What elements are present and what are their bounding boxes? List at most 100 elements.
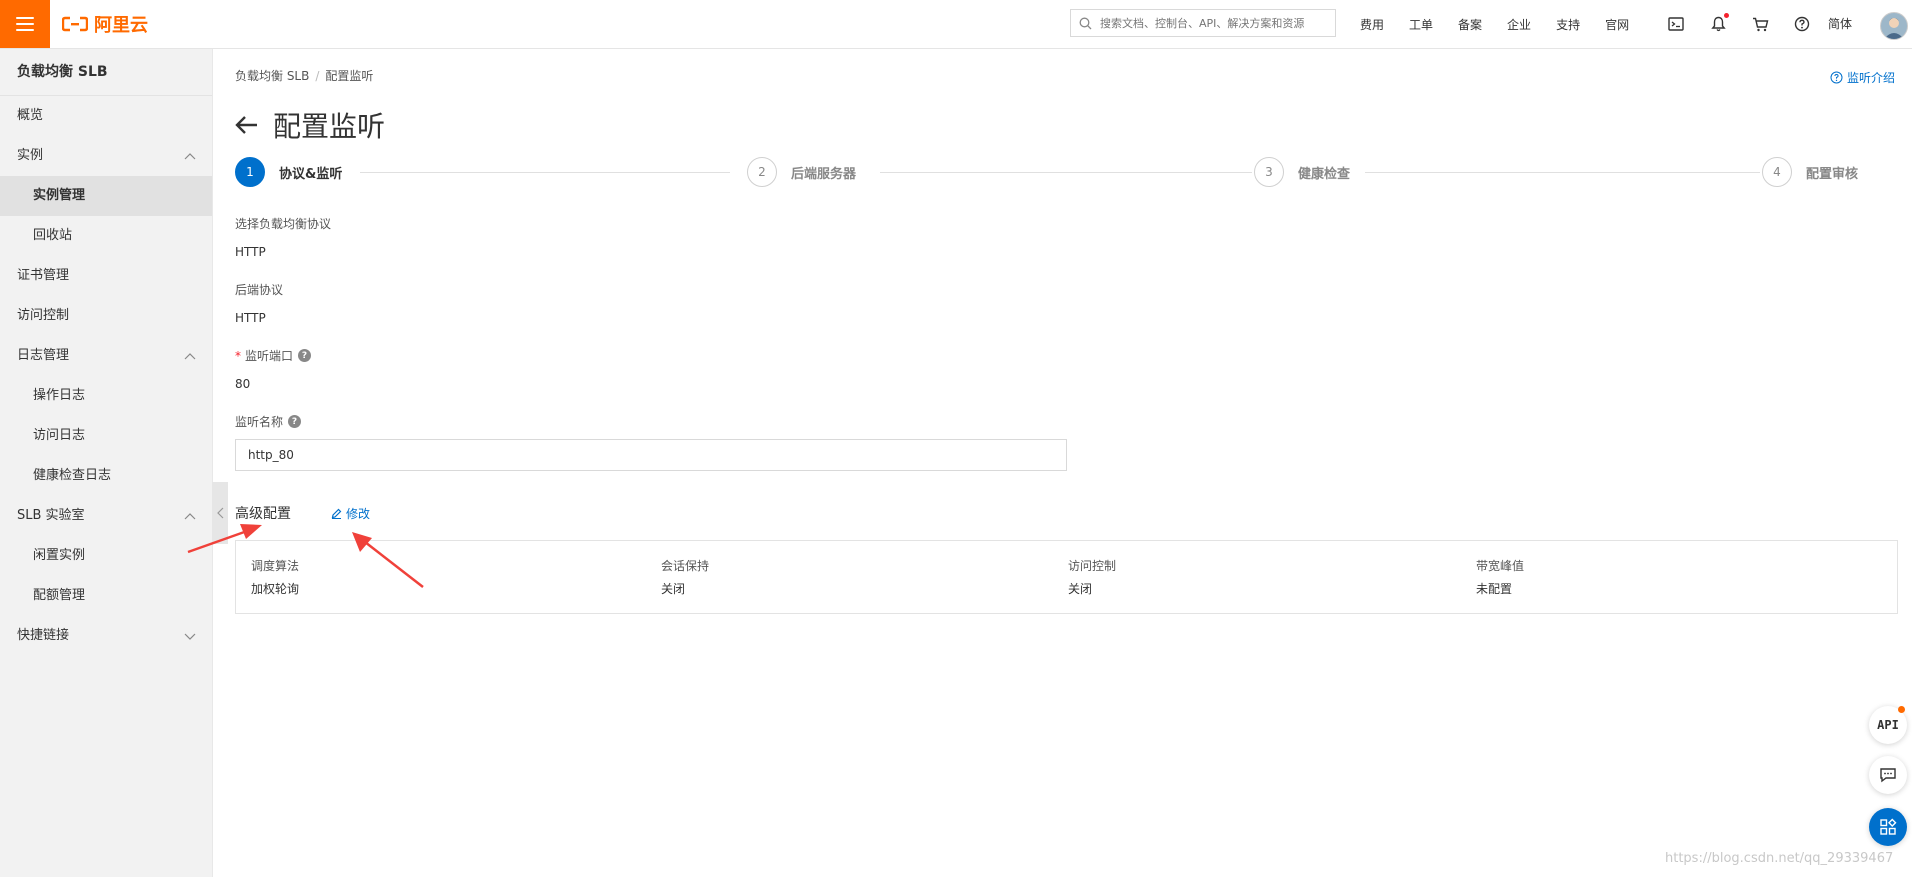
aliyun-logo[interactable]: 阿里云 — [62, 12, 148, 36]
bell-icon[interactable] — [1707, 13, 1729, 35]
cart-icon[interactable] — [1749, 13, 1771, 35]
sidebar-item-label: 实例管理 — [33, 188, 86, 203]
step-number: 2 — [747, 157, 777, 187]
listener-intro-link[interactable]: 监听介绍 — [1830, 69, 1895, 86]
sidebar-item-access-control[interactable]: 访问控制 — [0, 296, 212, 336]
sidebar-item-instance-management[interactable]: 实例管理 — [0, 176, 212, 216]
field-value: HTTP — [235, 245, 266, 259]
chat-float-button[interactable] — [1869, 756, 1907, 794]
page-title-text: 配置监听 — [273, 110, 386, 143]
step-config-review: 4 配置审核 — [1762, 157, 1858, 187]
api-float-button[interactable]: API — [1869, 706, 1907, 744]
sidebar-item-label: 配额管理 — [33, 588, 86, 603]
sidebar-item-certificates[interactable]: 证书管理 — [0, 256, 212, 296]
field-label: 监听名称 ? — [235, 413, 302, 430]
terminal-icon[interactable] — [1665, 13, 1687, 35]
step-label: 配置审核 — [1806, 166, 1859, 182]
step-connector — [360, 172, 730, 173]
search-input[interactable] — [1098, 15, 1332, 31]
question-icon[interactable]: ? — [288, 415, 302, 428]
top-navigation-bar: 阿里云 费用 工单 备案 企业 支持 官网 简体 — [0, 0, 1912, 49]
sidebar-item-quota-management[interactable]: 配额管理 — [0, 576, 212, 616]
sidebar-group-logs[interactable]: 日志管理 — [0, 336, 212, 376]
sidebar: 负载均衡 SLB 概览 实例 实例管理 回收站 证书管理 访问控制 日志管理 操… — [0, 49, 213, 877]
sidebar-item-label: 日志管理 — [17, 348, 70, 363]
sidebar-item-label: 回收站 — [33, 228, 73, 243]
top-link-official-site[interactable]: 官网 — [1605, 16, 1629, 33]
notification-dot — [1898, 706, 1905, 713]
adv-item-session-persistence: 会话保持 关闭 — [661, 557, 709, 597]
edit-label: 修改 — [346, 507, 371, 521]
sidebar-item-idle-instances[interactable]: 闲置实例 — [0, 536, 212, 576]
top-links: 费用 工单 备案 企业 支持 官网 — [1360, 0, 1654, 48]
question-icon[interactable]: ? — [298, 349, 312, 362]
breadcrumb: 负载均衡 SLB / 配置监听 — [235, 67, 373, 84]
breadcrumb-separator: / — [315, 69, 320, 83]
aliyun-logo-icon — [62, 16, 88, 32]
top-link-tickets[interactable]: 工单 — [1409, 16, 1433, 33]
sidebar-item-health-check-logs[interactable]: 健康检查日志 — [0, 456, 212, 496]
breadcrumb-current: 配置监听 — [325, 69, 374, 83]
search-icon — [1079, 17, 1092, 29]
sidebar-item-overview[interactable]: 概览 — [0, 96, 212, 136]
global-search[interactable] — [1070, 9, 1336, 37]
help-icon[interactable] — [1791, 13, 1813, 35]
notification-dot — [1724, 13, 1729, 18]
field-label: 选择负载均衡协议 — [235, 217, 332, 231]
adv-value: 未配置 — [1476, 582, 1513, 596]
top-link-icp[interactable]: 备案 — [1458, 16, 1482, 33]
field-listener-port: * 监听端口 ? 80 — [235, 347, 312, 391]
advanced-config-title: 高级配置 — [235, 506, 291, 522]
step-connector — [880, 172, 1252, 173]
sidebar-item-label: 访问控制 — [17, 308, 70, 323]
top-link-enterprise[interactable]: 企业 — [1507, 16, 1531, 33]
listener-name-input[interactable] — [235, 439, 1067, 471]
chat-icon — [1880, 768, 1896, 783]
breadcrumb-root[interactable]: 负载均衡 SLB — [235, 69, 309, 83]
sidebar-item-operation-logs[interactable]: 操作日志 — [0, 376, 212, 416]
required-mark: * — [235, 348, 241, 363]
sidebar-item-label: 健康检查日志 — [33, 468, 112, 483]
top-icon-group — [1665, 0, 1833, 48]
step-number: 1 — [235, 157, 265, 187]
sidebar-item-label: 访问日志 — [33, 428, 86, 443]
back-arrow-icon[interactable] — [235, 115, 259, 135]
sidebar-item-label: 概览 — [17, 108, 44, 123]
wizard-steps: 1 协议&监听 2 后端服务器 3 健康检查 4 配置审核 — [235, 157, 1860, 189]
sidebar-group-quick-links[interactable]: 快捷链接 — [0, 616, 212, 656]
name-label-text: 监听名称 — [235, 415, 284, 429]
sidebar-group-slb-lab[interactable]: SLB 实验室 — [0, 496, 212, 536]
menu-icon — [16, 17, 34, 31]
hamburger-menu-button[interactable] — [0, 0, 50, 48]
language-switch[interactable]: 简体 — [1828, 15, 1852, 32]
apps-float-button[interactable] — [1869, 808, 1907, 846]
step-label: 后端服务器 — [791, 166, 857, 182]
sidebar-item-access-logs[interactable]: 访问日志 — [0, 416, 212, 456]
sidebar-item-recycle-bin[interactable]: 回收站 — [0, 216, 212, 256]
chevron-up-icon — [184, 136, 196, 176]
step-label: 协议&监听 — [279, 166, 343, 182]
adv-item-scheduling: 调度算法 加权轮询 — [251, 557, 299, 597]
advanced-edit-button[interactable]: 修改 — [331, 505, 370, 522]
adv-item-access-control: 访问控制 关闭 — [1068, 557, 1116, 597]
step-protocol-listener: 1 协议&监听 — [235, 157, 342, 187]
sidebar-group-instances[interactable]: 实例 — [0, 136, 212, 176]
field-label: * 监听端口 ? — [235, 347, 312, 364]
adv-key: 访问控制 — [1068, 559, 1117, 573]
top-link-fees[interactable]: 费用 — [1360, 16, 1384, 33]
user-avatar[interactable] — [1880, 12, 1908, 40]
sidebar-item-label: SLB 实验室 — [17, 508, 85, 523]
adv-key: 调度算法 — [251, 559, 300, 573]
adv-value: 关闭 — [661, 582, 686, 596]
api-label: API — [1877, 718, 1899, 732]
adv-value: 加权轮询 — [251, 582, 300, 596]
chevron-up-icon — [184, 496, 196, 536]
top-link-support[interactable]: 支持 — [1556, 16, 1580, 33]
adv-key: 会话保持 — [661, 559, 710, 573]
step-connector — [1365, 172, 1760, 173]
field-value: 80 — [235, 377, 251, 391]
adv-value: 关闭 — [1068, 582, 1093, 596]
sidebar-item-label: 闲置实例 — [33, 548, 86, 563]
sidebar-collapse-handle[interactable] — [212, 482, 228, 544]
sidebar-item-label: 操作日志 — [33, 388, 86, 403]
